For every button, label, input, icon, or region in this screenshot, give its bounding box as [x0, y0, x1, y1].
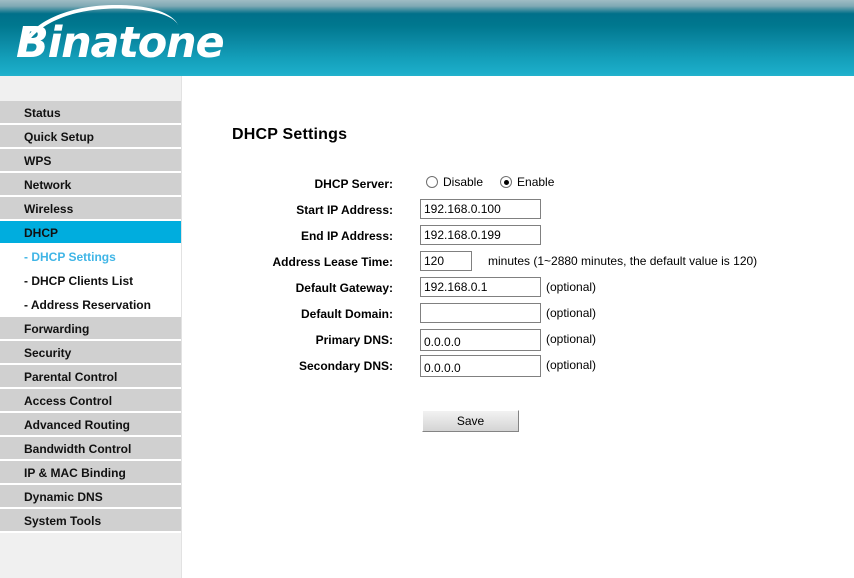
save-button[interactable]: Save — [422, 410, 519, 432]
default-gateway-hint: (optional) — [546, 280, 597, 294]
sidebar-item-dhcp[interactable]: DHCP — [0, 221, 181, 245]
row-default-gateway: Default Gateway: (optional) — [183, 277, 854, 303]
sidebar-nav: Status Quick Setup WPS Network Wireless DHCP -… — [0, 76, 182, 578]
row-default-domain: Default Domain: (optional) — [183, 303, 854, 329]
lease-time-input[interactable] — [420, 251, 472, 271]
sidebar-item-system-tools[interactable]: System Tools — [0, 509, 181, 533]
row-secondary-dns: Secondary DNS: (optional) — [183, 355, 854, 381]
lease-time-label: Address Lease Time: — [272, 255, 394, 269]
sidebar-item-ip-mac-binding[interactable]: IP & MAC Binding — [0, 461, 181, 485]
lease-time-hint: minutes (1~2880 minutes, the default val… — [488, 254, 758, 268]
secondary-dns-label: Secondary DNS: — [298, 359, 393, 373]
end-ip-field-wrap — [420, 225, 541, 245]
sidebar-item-network[interactable]: Network — [0, 173, 181, 197]
row-start-ip: Start IP Address: — [183, 199, 854, 225]
sidebar-top-spacer — [0, 76, 181, 101]
end-ip-input[interactable] — [420, 225, 541, 245]
default-domain-input[interactable] — [420, 303, 541, 323]
page-title: DHCP Settings — [232, 126, 348, 143]
sidebar-item-dhcp-clients-list[interactable]: - DHCP Clients List — [0, 269, 181, 293]
radio-disable-label[interactable]: Disable — [443, 173, 483, 191]
row-primary-dns: Primary DNS: (optional) — [183, 329, 854, 355]
start-ip-field-wrap — [420, 199, 541, 219]
brand-logo[interactable]: Binatone — [13, 2, 273, 72]
start-ip-label: Start IP Address: — [296, 203, 393, 217]
dhcp-server-label: DHCP Server: — [314, 177, 393, 191]
sidebar-item-dhcp-settings[interactable]: - DHCP Settings — [0, 245, 181, 269]
lease-time-field-wrap — [420, 251, 472, 271]
primary-dns-field-wrap — [420, 329, 541, 351]
secondary-dns-hint: (optional) — [546, 358, 597, 372]
sidebar-item-forwarding[interactable]: Forwarding — [0, 317, 181, 341]
primary-dns-hint: (optional) — [546, 332, 597, 346]
default-domain-hint: (optional) — [546, 306, 597, 320]
row-lease-time: Address Lease Time: minutes (1~2880 minu… — [183, 251, 854, 277]
row-dhcp-server: DHCP Server: Disable Enable — [183, 173, 854, 199]
sidebar-item-status[interactable]: Status — [0, 101, 181, 125]
sidebar-item-dynamic-dns[interactable]: Dynamic DNS — [0, 485, 181, 509]
sidebar-item-list: Status Quick Setup WPS Network Wireless DHCP -… — [0, 101, 181, 533]
end-ip-label: End IP Address: — [300, 229, 393, 243]
start-ip-input[interactable] — [420, 199, 541, 219]
sidebar-item-advanced-routing[interactable]: Advanced Routing — [0, 413, 181, 437]
sidebar-item-security[interactable]: Security — [0, 341, 181, 365]
sidebar-item-parental-control[interactable]: Parental Control — [0, 365, 181, 389]
default-domain-label: Default Domain: — [300, 307, 393, 321]
default-gateway-field-wrap — [420, 277, 541, 297]
primary-dns-input[interactable] — [420, 329, 541, 351]
radio-disable[interactable] — [426, 176, 438, 188]
secondary-dns-field-wrap — [420, 355, 541, 377]
default-gateway-input[interactable] — [420, 277, 541, 297]
header-banner: Binatone — [0, 0, 854, 76]
sidebar-item-address-reservation[interactable]: - Address Reservation — [0, 293, 181, 317]
row-end-ip: End IP Address: — [183, 225, 854, 251]
sidebar-item-access-control[interactable]: Access Control — [0, 389, 181, 413]
radio-enable-label[interactable]: Enable — [517, 173, 554, 191]
sidebar-item-wps[interactable]: WPS — [0, 149, 181, 173]
dhcp-server-radio-group: Disable Enable — [426, 173, 566, 191]
radio-enable[interactable] — [500, 176, 513, 188]
secondary-dns-input[interactable] — [420, 355, 541, 377]
sidebar-item-quick-setup[interactable]: Quick Setup — [0, 125, 181, 149]
default-domain-field-wrap — [420, 303, 541, 323]
dhcp-settings-form: DHCP Server: Disable Enable Start IP Add… — [183, 173, 854, 381]
brand-name: Binatone — [16, 18, 225, 68]
save-button-wrap: Save — [422, 410, 519, 432]
default-gateway-label: Default Gateway: — [295, 281, 393, 295]
sidebar-item-wireless[interactable]: Wireless — [0, 197, 181, 221]
main-content: DHCP Settings DHCP Server: Disable Enabl… — [183, 76, 854, 578]
router-admin-page: Binatone Status Quick Setup WPS Network Wire… — [0, 0, 854, 578]
sidebar-item-bandwidth-control[interactable]: Bandwidth Control — [0, 437, 181, 461]
primary-dns-label: Primary DNS: — [315, 333, 393, 347]
